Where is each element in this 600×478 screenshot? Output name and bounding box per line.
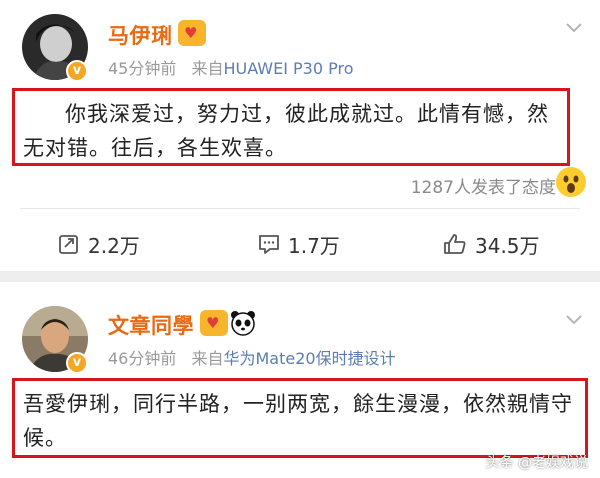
divider: [20, 208, 580, 209]
comment-count: 1.7万: [288, 233, 340, 258]
like-count: 34.5万: [475, 233, 540, 258]
feed-separator: [0, 271, 600, 282]
repost-icon: [59, 235, 78, 254]
surprised-emoji-icon[interactable]: [556, 167, 586, 197]
reactions-count[interactable]: 1287人发表了态度: [411, 173, 556, 198]
crown-heart-badge-icon: ♥: [178, 20, 206, 46]
chevron-down-icon[interactable]: [566, 23, 582, 33]
post-source[interactable]: 华为Mate20保时捷设计: [223, 349, 395, 368]
verified-badge-icon: v: [66, 352, 88, 374]
like-icon: [444, 234, 466, 254]
comment-button[interactable]: 1.7万: [258, 229, 340, 259]
post-content: 吾愛伊琍，同行半路，一别两宽，餘生漫漫，依然親情守候。: [23, 392, 573, 450]
watermark: 头条 @老娱戏说: [485, 455, 588, 471]
comment-icon: [259, 235, 279, 254]
like-button[interactable]: 34.5万: [443, 229, 540, 259]
verified-badge-icon: v: [66, 60, 88, 82]
source-prefix: 来自: [191, 59, 224, 78]
repost-button[interactable]: 2.2万: [58, 229, 140, 259]
user-name[interactable]: 文章同學: [108, 310, 194, 340]
post-meta: 45分钟前 来自HUAWEI P30 Pro: [108, 55, 354, 79]
weibo-post-2: v 文章同學 ♥ 46分钟前 来自华为Mate20保时捷设计 吾愛伊琍，同行半路…: [0, 282, 600, 478]
post-content-highlight: 你我深爱过，努力过，彼此成就过。此情有憾，然无对错。往后，各生欢喜。: [12, 88, 570, 166]
post-source[interactable]: HUAWEI P30 Pro: [223, 59, 353, 78]
post-time: 45分钟前: [108, 59, 177, 78]
panda-icon: [230, 310, 256, 336]
post-time: 46分钟前: [108, 349, 177, 368]
chevron-down-icon[interactable]: [566, 315, 582, 325]
post-meta: 46分钟前 来自华为Mate20保时捷设计: [108, 345, 396, 369]
user-name[interactable]: 马伊琍: [108, 20, 173, 50]
weibo-post-1: v 马伊琍 ♥ 45分钟前 来自HUAWEI P30 Pro 你我深爱过，努力过…: [0, 0, 600, 271]
source-prefix: 来自: [191, 349, 224, 368]
post-content: 你我深爱过，努力过，彼此成就过。此情有憾，然无对错。往后，各生欢喜。: [23, 102, 549, 160]
repost-count: 2.2万: [88, 233, 140, 258]
crown-heart-badge-icon: ♥: [200, 310, 228, 336]
post-content-highlight: 吾愛伊琍，同行半路，一别两宽，餘生漫漫，依然親情守候。: [12, 378, 588, 458]
